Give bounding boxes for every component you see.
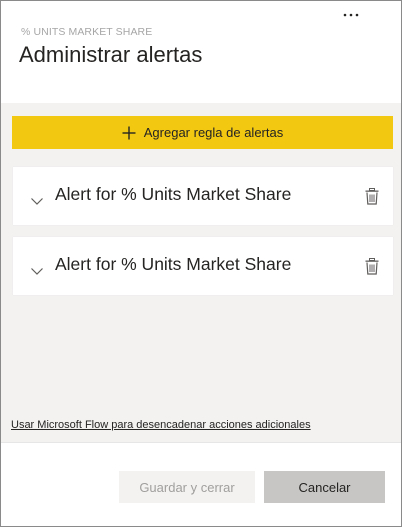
chevron-down-icon[interactable] bbox=[31, 192, 43, 210]
save-and-close-button[interactable]: Guardar y cerrar bbox=[119, 471, 255, 503]
trash-icon[interactable] bbox=[363, 256, 381, 276]
footer-divider bbox=[1, 442, 401, 443]
chevron-down-icon[interactable] bbox=[31, 262, 43, 280]
more-horizontal-icon bbox=[343, 13, 359, 17]
alerts-body: Agregar regla de alertas Alert for % Uni… bbox=[1, 103, 401, 442]
alert-rule-card[interactable]: Alert for % Units Market Share bbox=[13, 167, 393, 225]
alert-rule-label: Alert for % Units Market Share bbox=[55, 254, 292, 274]
panel-subtitle: % UNITS MARKET SHARE bbox=[21, 26, 153, 38]
cancel-button[interactable]: Cancelar bbox=[264, 471, 385, 503]
alert-rule-card[interactable]: Alert for % Units Market Share bbox=[13, 237, 393, 295]
panel-title: Administrar alertas bbox=[19, 42, 203, 67]
more-options-button[interactable] bbox=[337, 5, 365, 25]
add-alert-rule-label: Agregar regla de alertas bbox=[143, 125, 284, 140]
add-alert-rule-button[interactable]: Agregar regla de alertas bbox=[12, 116, 393, 149]
trash-icon[interactable] bbox=[363, 186, 381, 206]
plus-icon bbox=[122, 126, 136, 140]
microsoft-flow-link[interactable]: Usar Microsoft Flow para desencadenar ac… bbox=[11, 419, 311, 431]
manage-alerts-panel: % UNITS MARKET SHARE Administrar alertas… bbox=[0, 0, 402, 527]
alert-rule-label: Alert for % Units Market Share bbox=[55, 184, 292, 204]
